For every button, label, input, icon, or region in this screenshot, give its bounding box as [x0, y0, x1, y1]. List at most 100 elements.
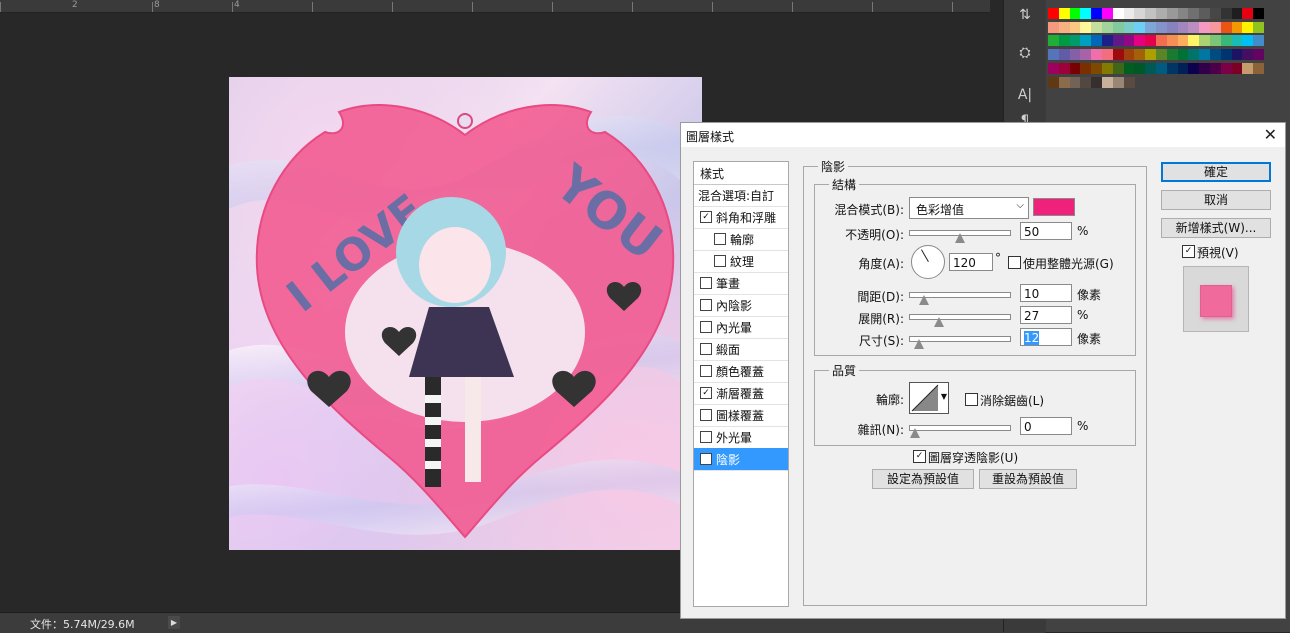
color-swatch[interactable] — [1102, 76, 1113, 88]
color-swatch[interactable] — [1069, 62, 1081, 74]
color-swatch[interactable] — [1069, 35, 1081, 47]
style-item[interactable]: 內光暈 — [694, 316, 788, 339]
style-item-checkbox[interactable] — [700, 409, 712, 421]
color-swatch[interactable] — [1210, 62, 1221, 74]
color-swatch[interactable] — [1210, 8, 1221, 19]
color-swatch[interactable] — [1210, 49, 1221, 61]
color-swatch[interactable] — [1048, 21, 1059, 33]
color-swatch[interactable] — [1048, 8, 1059, 19]
dialog-titlebar[interactable]: 圖層樣式 ✕ — [681, 123, 1285, 147]
color-swatch[interactable] — [1199, 62, 1211, 74]
style-item[interactable]: 外光暈 — [694, 426, 788, 449]
color-swatch[interactable] — [1091, 8, 1103, 19]
style-item[interactable]: 筆畫 — [694, 272, 788, 295]
size-slider[interactable] — [909, 336, 1011, 349]
color-swatch[interactable] — [1058, 62, 1070, 74]
size-slider-thumb[interactable] — [914, 339, 925, 349]
contour-picker[interactable]: ▼ — [909, 382, 949, 414]
knockout-checkbox[interactable]: ✓ — [913, 450, 926, 463]
cancel-button[interactable]: 取消 — [1161, 190, 1271, 210]
style-item[interactable]: ✓ 陰影 — [694, 448, 788, 471]
color-swatch[interactable] — [1253, 35, 1265, 47]
style-item[interactable]: 混合選項:自訂 — [694, 184, 788, 207]
status-menu-arrow-icon[interactable]: ▶ — [168, 616, 180, 629]
global-light-checkbox[interactable] — [1008, 256, 1021, 269]
color-swatch[interactable] — [1080, 8, 1092, 19]
color-swatch[interactable] — [1123, 35, 1135, 47]
color-swatch[interactable] — [1253, 62, 1265, 74]
color-swatch[interactable] — [1102, 8, 1113, 19]
color-swatch[interactable] — [1220, 62, 1232, 74]
stamp-icon[interactable]: ⇅ — [1013, 4, 1037, 26]
color-swatch[interactable] — [1091, 76, 1103, 88]
style-item-checkbox[interactable]: ✓ — [700, 211, 712, 223]
color-swatch[interactable] — [1188, 21, 1200, 33]
style-item-checkbox[interactable]: ✓ — [700, 453, 712, 465]
color-swatch[interactable] — [1220, 8, 1232, 19]
color-swatch[interactable] — [1199, 21, 1211, 33]
color-swatch[interactable] — [1145, 35, 1157, 47]
color-swatch[interactable] — [1123, 76, 1135, 88]
color-swatch[interactable] — [1102, 62, 1113, 74]
color-swatch[interactable] — [1220, 49, 1232, 61]
preview-checkbox[interactable]: ✓ — [1182, 245, 1195, 258]
style-item-checkbox[interactable] — [700, 277, 712, 289]
distance-input[interactable]: 10 — [1020, 284, 1072, 302]
color-swatch[interactable] — [1048, 49, 1059, 61]
cube-icon[interactable]: ⛭ — [1013, 42, 1037, 64]
noise-slider-thumb[interactable] — [910, 428, 920, 438]
color-swatch[interactable] — [1177, 35, 1189, 47]
color-swatch[interactable] — [1145, 62, 1157, 74]
reset-default-button[interactable]: 重設為預設值 — [979, 469, 1077, 489]
color-swatch[interactable] — [1199, 49, 1211, 61]
color-swatch[interactable] — [1231, 62, 1243, 74]
noise-slider[interactable] — [909, 425, 1011, 438]
style-item[interactable]: 顏色覆蓋 — [694, 360, 788, 383]
color-swatch[interactable] — [1091, 62, 1103, 74]
color-swatch[interactable] — [1199, 35, 1211, 47]
noise-input[interactable]: 0 — [1020, 417, 1072, 435]
color-swatch[interactable] — [1112, 35, 1124, 47]
color-swatch[interactable] — [1145, 21, 1157, 33]
color-swatch[interactable] — [1091, 49, 1103, 61]
style-item[interactable]: 緞面 — [694, 338, 788, 361]
color-swatch[interactable] — [1123, 62, 1135, 74]
color-swatch[interactable] — [1156, 21, 1167, 33]
style-item-checkbox[interactable] — [700, 299, 712, 311]
style-item[interactable]: 圖樣覆蓋 — [694, 404, 788, 427]
color-swatch[interactable] — [1242, 35, 1254, 47]
color-swatch[interactable] — [1048, 62, 1059, 74]
color-swatch[interactable] — [1253, 21, 1265, 33]
angle-dial[interactable] — [911, 245, 945, 279]
color-swatch[interactable] — [1134, 8, 1146, 19]
color-swatch[interactable] — [1058, 21, 1070, 33]
spread-input[interactable]: 27 — [1020, 306, 1072, 324]
opacity-input[interactable]: 50 — [1020, 222, 1072, 240]
color-swatch[interactable] — [1134, 21, 1146, 33]
color-swatch[interactable] — [1220, 21, 1232, 33]
color-swatch[interactable] — [1145, 8, 1157, 19]
style-item[interactable]: ✓ 斜角和浮雕 — [694, 206, 788, 229]
character-icon[interactable]: A| — [1013, 84, 1037, 106]
color-swatch[interactable] — [1112, 21, 1124, 33]
color-swatch[interactable] — [1123, 49, 1135, 61]
color-swatch[interactable] — [1188, 8, 1200, 19]
canvas-document[interactable]: I LOVE YOU — [229, 77, 702, 550]
color-swatch[interactable] — [1242, 49, 1254, 61]
opacity-slider[interactable] — [909, 230, 1011, 243]
color-swatch[interactable] — [1102, 49, 1113, 61]
close-icon[interactable]: ✕ — [1264, 125, 1277, 144]
style-item-checkbox[interactable] — [714, 255, 726, 267]
color-swatch[interactable] — [1091, 21, 1103, 33]
color-swatch[interactable] — [1080, 62, 1092, 74]
color-swatch[interactable] — [1069, 76, 1081, 88]
color-swatch[interactable] — [1134, 35, 1146, 47]
color-swatch[interactable] — [1156, 62, 1167, 74]
color-swatch[interactable] — [1231, 35, 1243, 47]
style-item[interactable]: 內陰影 — [694, 294, 788, 317]
color-swatch[interactable] — [1134, 62, 1146, 74]
color-swatch[interactable] — [1166, 21, 1178, 33]
color-swatch[interactable] — [1156, 35, 1167, 47]
color-swatch[interactable] — [1242, 8, 1254, 19]
style-item-checkbox[interactable] — [700, 365, 712, 377]
